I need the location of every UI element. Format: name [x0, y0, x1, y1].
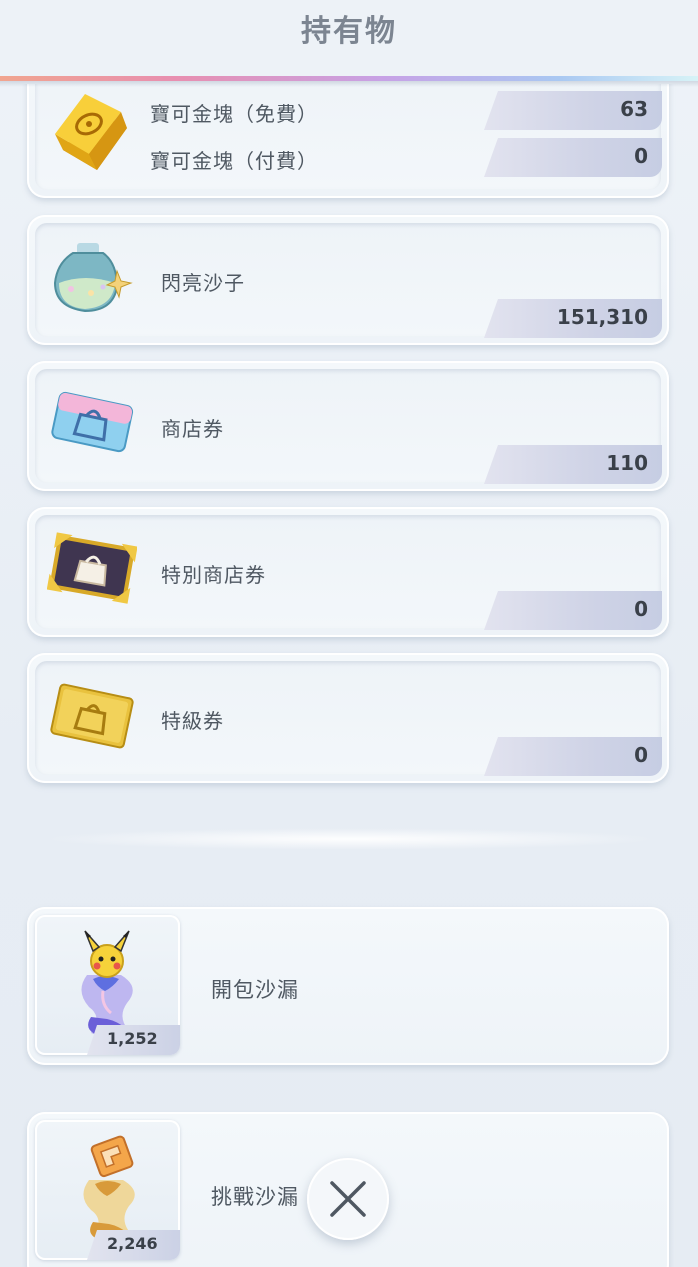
item-card-pack-hourglass[interactable]: 1,252 開包沙漏	[27, 907, 669, 1065]
premium-ticket-icon	[50, 683, 134, 749]
hourglass-thumbnail: 1,252	[35, 915, 180, 1055]
hourglass-count-badge: 2,246	[87, 1230, 180, 1260]
value-box-paid-gold: 0	[484, 138, 662, 177]
value-free-gold: 63	[620, 97, 648, 121]
item-card-shop-ticket[interactable]: 商店券 110	[27, 361, 669, 491]
value-special-shop-ticket: 0	[634, 597, 648, 621]
item-card-premium-ticket[interactable]: 特級券 0	[27, 653, 669, 783]
item-label-special-shop-ticket: 特別商店券	[161, 563, 266, 587]
close-icon	[330, 1181, 366, 1217]
value-shop-ticket: 110	[606, 451, 648, 475]
item-label-shiny-sand: 閃亮沙子	[161, 271, 245, 295]
section-divider	[40, 828, 660, 850]
value-shiny-sand: 151,310	[556, 305, 648, 329]
value-box-shop-ticket: 110	[484, 445, 662, 484]
value-premium-ticket: 0	[634, 743, 648, 767]
header: 持有物	[0, 0, 698, 87]
close-button[interactable]	[307, 1158, 389, 1240]
special-shop-ticket-icon	[47, 532, 137, 604]
item-label-pack-hourglass: 開包沙漏	[211, 978, 299, 1002]
item-card-special-shop-ticket[interactable]: 特別商店券 0	[27, 507, 669, 637]
hourglass-thumbnail: 2,246	[35, 1120, 180, 1260]
item-label-shop-ticket: 商店券	[161, 417, 224, 441]
gold-bar-icon	[55, 94, 127, 170]
pack-hourglass-count: 1,252	[107, 1029, 158, 1048]
challenge-hourglass-icon	[83, 1135, 135, 1242]
item-card-shiny-sand[interactable]: 閃亮沙子 151,310	[27, 215, 669, 345]
item-label-free-gold: 寶可金塊（免費）	[150, 102, 318, 126]
challenge-hourglass-count: 2,246	[107, 1234, 158, 1253]
item-label-premium-ticket: 特級券	[161, 709, 224, 733]
shiny-sand-bottle-icon	[53, 243, 133, 313]
holdings-screen: 持有物 寶可金塊（免費） 寶可金塊（付費） 63 0 閃亮沙子 151,310 …	[0, 0, 698, 1267]
value-box-premium-ticket: 0	[484, 737, 662, 776]
value-paid-gold: 0	[634, 144, 648, 168]
shop-ticket-icon	[51, 391, 134, 453]
hourglass-count-badge: 1,252	[87, 1025, 180, 1055]
item-label-paid-gold: 寶可金塊（付費）	[150, 149, 318, 173]
page-title: 持有物	[301, 14, 397, 49]
value-box-shiny-sand: 151,310	[484, 299, 662, 338]
value-box-free-gold: 63	[484, 91, 662, 130]
value-box-special-shop-ticket: 0	[484, 591, 662, 630]
item-label-challenge-hourglass: 挑戰沙漏	[211, 1185, 299, 1209]
